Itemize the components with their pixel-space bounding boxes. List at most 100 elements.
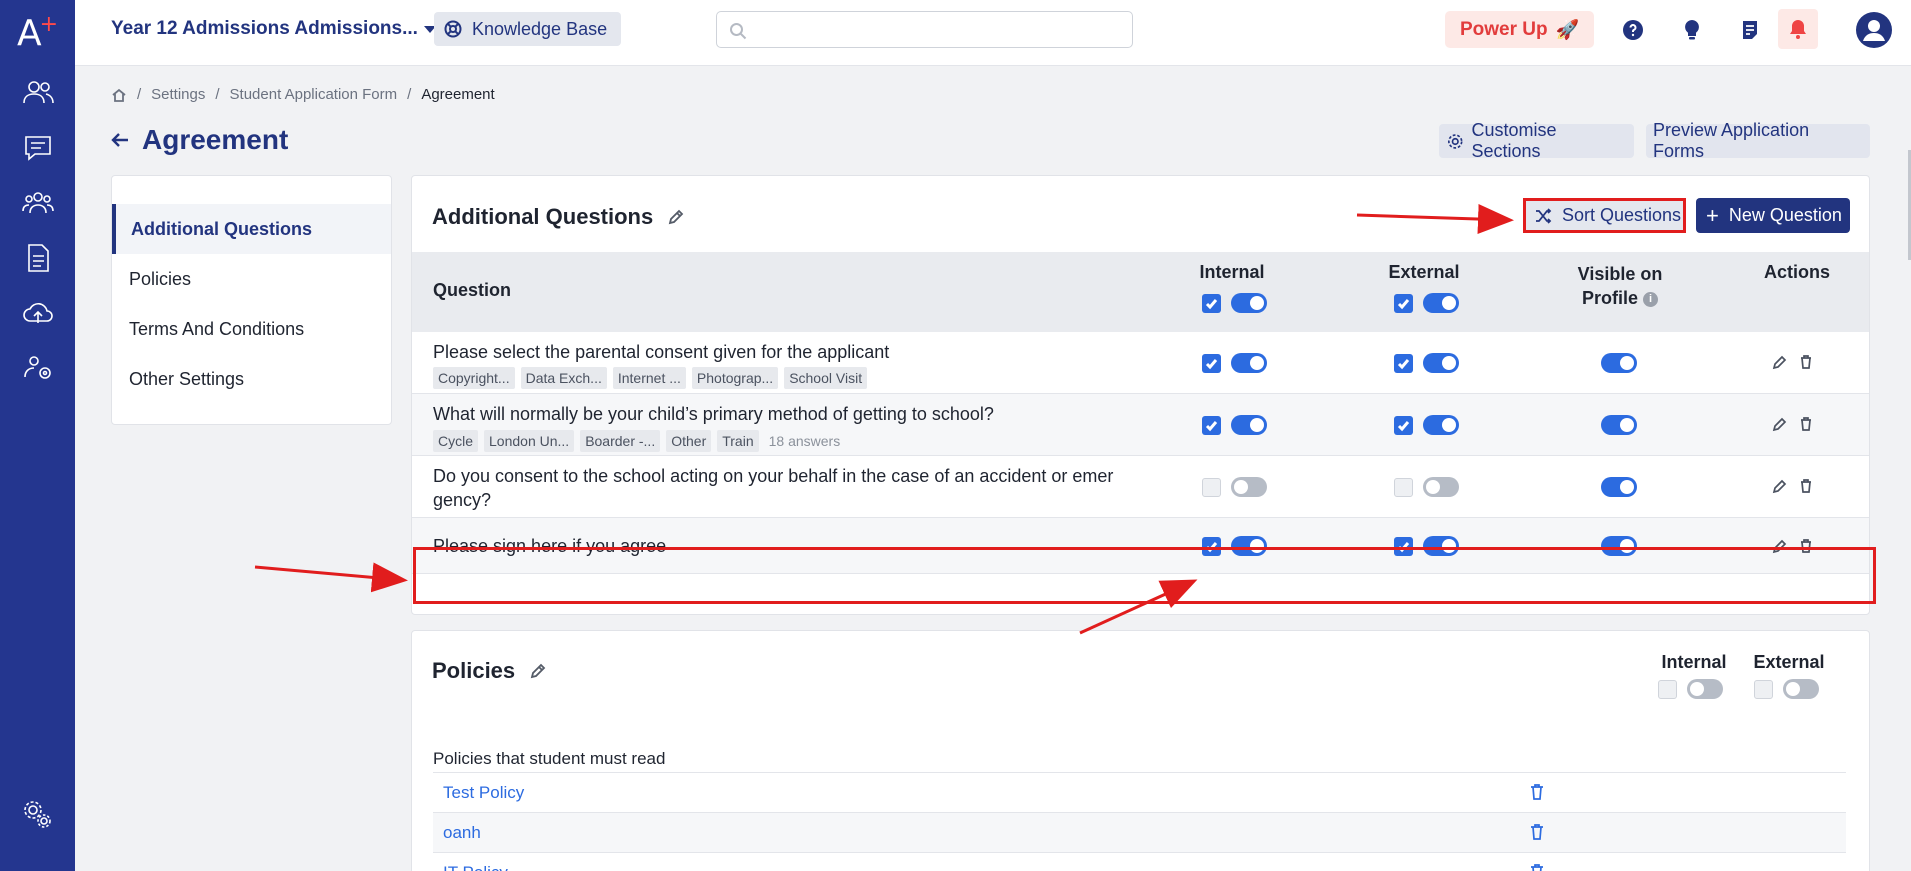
answer-chip: Cycle (433, 430, 479, 452)
internal-all-checkbox[interactable] (1202, 293, 1221, 313)
cloud-upload-nav-icon[interactable] (0, 296, 75, 330)
external-toggle[interactable] (1423, 477, 1459, 497)
menu-item-other-settings[interactable]: Other Settings (112, 354, 391, 404)
answer-chip: Boarder -... (580, 430, 661, 452)
policy-link[interactable]: Test Policy (443, 783, 524, 803)
policies-internal-label: Internal (1661, 652, 1727, 672)
edit-pencil-icon[interactable] (1772, 416, 1788, 432)
policy-link[interactable]: oanh (443, 823, 481, 843)
question-text: Do you consent to the school acting on y… (433, 464, 1113, 512)
policies-external-toggle[interactable] (1783, 679, 1819, 699)
menu-item-policies[interactable]: Policies (112, 254, 391, 304)
row-actions (1772, 416, 1814, 432)
section-menu: Additional Questions Policies Terms And … (111, 175, 392, 425)
external-checkbox[interactable] (1394, 415, 1413, 435)
question-text: What will normally be your child’s prima… (433, 404, 994, 424)
additional-questions-title: Additional Questions (432, 204, 654, 229)
external-toggle[interactable] (1423, 353, 1459, 373)
table-row: Do you consent to the school acting on y… (412, 456, 1869, 518)
preview-application-forms-button[interactable]: Preview Application Forms (1646, 120, 1870, 161)
customise-sections-label: Customise Sections (1471, 120, 1557, 161)
external-checkbox[interactable] (1394, 477, 1413, 497)
knowledge-base-button[interactable]: Knowledge Base (434, 12, 622, 46)
external-checkbox[interactable] (1394, 353, 1413, 373)
people-nav-icon[interactable] (0, 76, 75, 110)
edit-pencil-icon[interactable] (1772, 354, 1788, 370)
external-all-checkbox[interactable] (1394, 293, 1413, 313)
policies-internal-toggle[interactable] (1687, 679, 1723, 699)
edit-pencil-icon[interactable] (529, 663, 546, 680)
lightbulb-icon[interactable] (1677, 15, 1707, 45)
back-arrow-icon[interactable] (110, 130, 130, 150)
policies-external-label: External (1753, 652, 1825, 672)
breadcrumb-current: Agreement (421, 86, 495, 103)
answer-chip: Other (666, 430, 712, 452)
internal-all-toggle[interactable] (1231, 293, 1267, 313)
search-input[interactable] (716, 11, 1133, 48)
new-question-button[interactable]: + New Question (1696, 198, 1850, 233)
school-selector[interactable]: Year 12 Admissions Admissions... (111, 18, 436, 40)
external-all-controls (1394, 293, 1459, 313)
info-icon[interactable]: i (1643, 291, 1659, 307)
notes-icon[interactable] (1735, 15, 1765, 45)
preview-forms-label: Preview Application Forms (1653, 120, 1810, 161)
groups-nav-icon[interactable] (0, 186, 75, 220)
app-logo[interactable]: A + (0, 0, 75, 66)
messages-nav-icon[interactable] (0, 131, 75, 165)
answer-chip: Data Exch... (520, 367, 607, 389)
visible-on-profile-toggle[interactable] (1601, 477, 1637, 497)
breadcrumb-settings[interactable]: Settings (151, 86, 205, 103)
menu-item-additional-questions[interactable]: Additional Questions (112, 204, 391, 254)
notifications-button[interactable] (1778, 9, 1818, 49)
internal-checkbox[interactable] (1202, 353, 1221, 373)
policies-external-checkbox[interactable] (1754, 679, 1773, 699)
page-title: Agreement (142, 124, 289, 155)
additional-questions-header: Additional Questions (432, 204, 684, 230)
policies-internal-checkbox[interactable] (1658, 679, 1677, 699)
help-icon[interactable] (1618, 15, 1648, 45)
visible-on-profile-toggle[interactable] (1601, 353, 1637, 373)
trash-icon[interactable] (1528, 863, 1546, 871)
new-question-label: New Question (1728, 205, 1842, 225)
answer-chip: Train (717, 430, 759, 452)
power-up-button[interactable]: Power Up 🚀 (1445, 11, 1595, 48)
internal-checkbox[interactable] (1202, 415, 1221, 435)
policies-header: Policies (432, 658, 546, 684)
user-avatar-icon[interactable] (1855, 11, 1893, 49)
internal-toggle[interactable] (1231, 477, 1267, 497)
internal-toggle[interactable] (1231, 353, 1267, 373)
external-all-toggle[interactable] (1423, 293, 1459, 313)
breadcrumb-student-application-form[interactable]: Student Application Form (230, 86, 398, 103)
trash-icon[interactable] (1798, 354, 1814, 370)
plus-icon: + (1706, 202, 1719, 228)
internal-toggle[interactable] (1231, 415, 1267, 435)
top-bar: Year 12 Admissions Admissions... Knowled… (75, 0, 1911, 66)
column-visible-on-profile: Visible on Profile i (1555, 262, 1685, 310)
column-external: External (1388, 262, 1460, 282)
internal-checkbox[interactable] (1202, 477, 1221, 497)
edit-pencil-icon[interactable] (1772, 478, 1788, 494)
internal-all-controls (1202, 293, 1267, 313)
school-name: Year 12 Admissions Admissions... (111, 18, 418, 39)
menu-item-terms-and-conditions[interactable]: Terms And Conditions (112, 304, 391, 354)
home-icon[interactable] (111, 87, 127, 103)
visible-on-profile-toggle[interactable] (1601, 415, 1637, 435)
policy-link[interactable]: IT Policy (443, 863, 508, 871)
table-row: What will normally be your child’s prima… (412, 394, 1869, 456)
edit-pencil-icon[interactable] (667, 209, 684, 226)
table-row: Please select the parental consent given… (412, 332, 1869, 394)
external-controls (1394, 415, 1459, 435)
documents-nav-icon[interactable] (0, 241, 75, 275)
sort-questions-label: Sort Questions (1562, 205, 1682, 225)
trash-icon[interactable] (1798, 478, 1814, 494)
breadcrumb-separator: / (137, 86, 142, 103)
lifebuoy-icon (444, 20, 462, 38)
trash-icon[interactable] (1528, 823, 1546, 841)
external-toggle[interactable] (1423, 415, 1459, 435)
trash-icon[interactable] (1528, 783, 1546, 801)
sort-questions-button[interactable]: Sort Questions (1523, 198, 1686, 233)
settings-nav-icon[interactable] (0, 797, 75, 831)
staff-settings-nav-icon[interactable] (0, 350, 75, 384)
trash-icon[interactable] (1798, 416, 1814, 432)
customise-sections-button[interactable]: Customise Sections (1439, 120, 1634, 161)
